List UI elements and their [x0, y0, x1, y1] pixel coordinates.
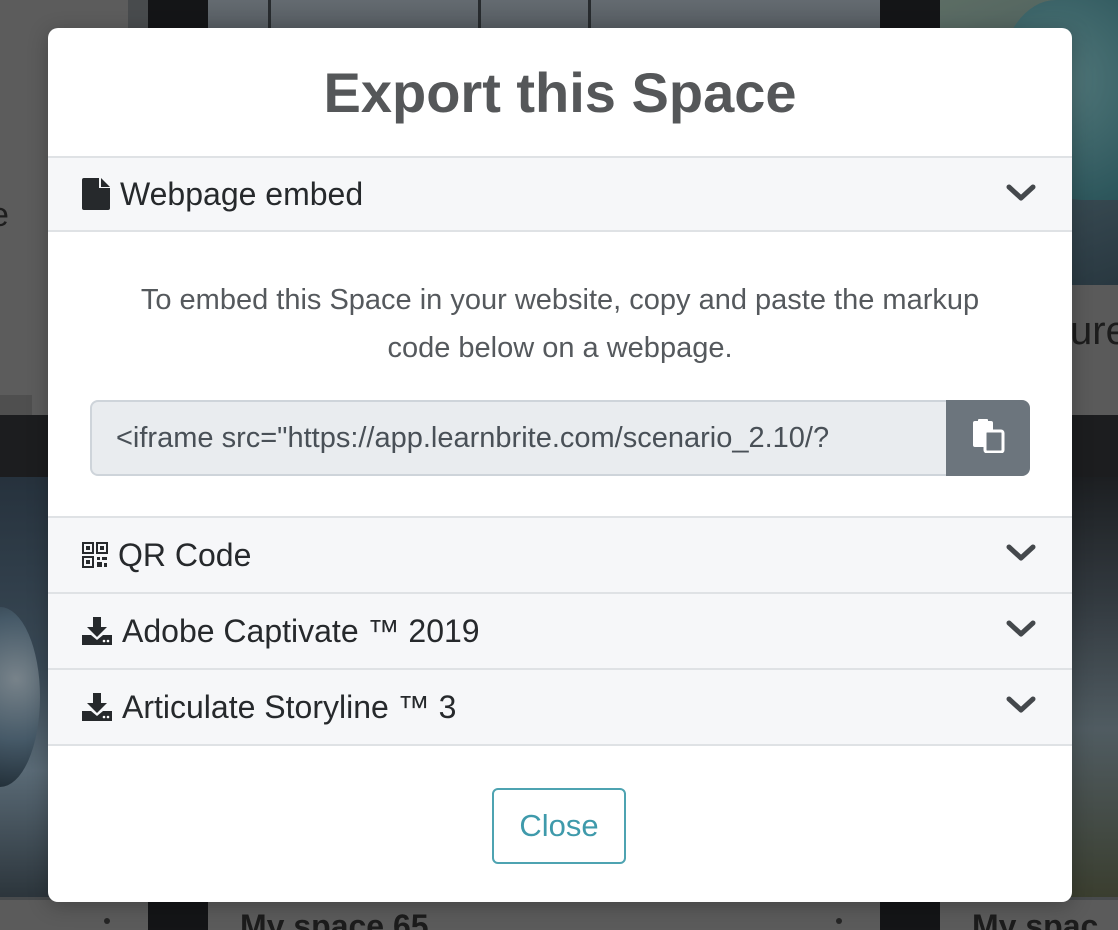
accordion-label: Adobe Captivate ™ 2019: [122, 612, 480, 649]
accordion-label: QR Code: [118, 536, 252, 573]
copy-button[interactable]: [946, 400, 1030, 476]
chevron-down-icon[interactable]: [1006, 618, 1036, 645]
modal-title: Export this Space: [323, 60, 797, 124]
accordion-articulate-storyline[interactable]: Articulate Storyline ™ 3: [48, 668, 1072, 744]
download-icon: [82, 693, 112, 721]
accordion-label: Articulate Storyline ™ 3: [122, 688, 457, 725]
accordion-label: Webpage embed: [120, 175, 364, 212]
accordion-webpage-embed[interactable]: Webpage embed: [48, 156, 1072, 232]
chevron-down-icon[interactable]: [1006, 182, 1036, 209]
chevron-down-icon[interactable]: [1006, 542, 1036, 569]
download-icon: [82, 617, 112, 645]
export-modal: Export this Space Webpage embed To embed…: [48, 28, 1072, 902]
accordion-adobe-captivate[interactable]: Adobe Captivate ™ 2019: [48, 592, 1072, 668]
chevron-down-icon[interactable]: [1006, 694, 1036, 721]
modal-footer: Close: [48, 744, 1072, 902]
embed-description: To embed this Space in your website, cop…: [140, 284, 980, 364]
embed-code-field[interactable]: <iframe src="https://app.learnbrite.com/…: [90, 400, 946, 476]
embed-code-group: <iframe src="https://app.learnbrite.com/…: [90, 400, 1030, 476]
file-icon: [82, 178, 110, 210]
close-button[interactable]: Close: [492, 788, 626, 864]
accordion-qr-code[interactable]: QR Code: [48, 516, 1072, 592]
copy-icon: [971, 418, 1005, 458]
qr-code-icon: [82, 542, 108, 568]
